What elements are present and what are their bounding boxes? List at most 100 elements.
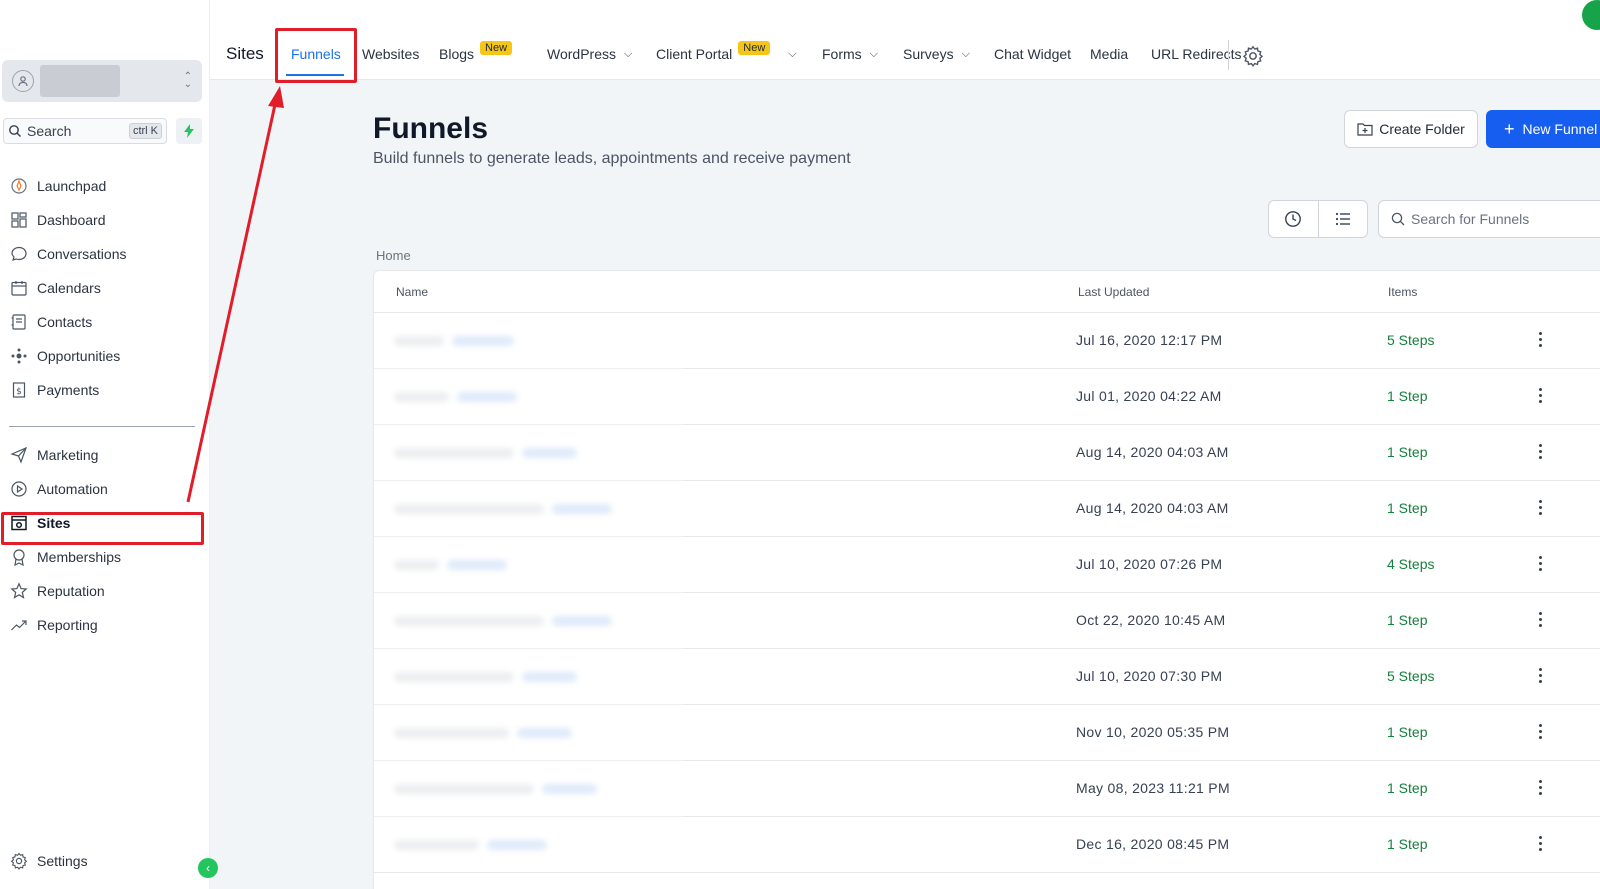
sidebar-item-label: Dashboard <box>37 212 106 228</box>
sidebar-item-reporting[interactable]: Reporting <box>0 608 205 642</box>
sidebar-item-label: Contacts <box>37 314 93 330</box>
table-row[interactable]: Jul 10, 2020 07:30 PM 5 Steps <box>374 649 1600 705</box>
list-view-button[interactable] <box>1319 201 1368 237</box>
table-row[interactable]: Oct 22, 2020 10:45 AM 1 Step <box>374 593 1600 649</box>
tab-label: Chat Widget <box>994 46 1072 62</box>
list-icon <box>1335 212 1350 226</box>
sidebar-item-contacts[interactable]: Contacts <box>0 305 205 339</box>
star-icon <box>10 582 28 599</box>
account-name-redacted <box>40 65 120 97</box>
table-row[interactable]: Jul 10, 2020 07:26 PM 4 Steps <box>374 537 1600 593</box>
funnel-name-redacted[interactable] <box>394 607 612 635</box>
column-header-name[interactable]: Name <box>396 285 428 299</box>
more-vertical-icon[interactable] <box>1534 663 1546 687</box>
tab-forms[interactable]: Forms ⌵ <box>822 46 878 62</box>
funnel-name-redacted[interactable] <box>394 327 514 355</box>
sidebar-nav-secondary: Marketing Automation Sites Memberships R… <box>0 438 205 642</box>
sidebar-search[interactable]: Search ctrl K <box>3 118 167 144</box>
create-folder-button[interactable]: Create Folder <box>1344 110 1478 148</box>
more-vertical-icon[interactable] <box>1534 495 1546 519</box>
items-cell[interactable]: 1 Step <box>1387 836 1427 852</box>
column-header-last-updated[interactable]: Last Updated <box>1078 285 1149 299</box>
sidebar-item-label: Payments <box>37 382 100 398</box>
redacted-text <box>394 560 439 570</box>
tab-surveys[interactable]: Surveys ⌵ <box>903 46 970 62</box>
redacted-link <box>542 784 597 794</box>
table-row[interactable]: Jul 16, 2020 12:17 PM 5 Steps <box>374 313 1600 369</box>
redacted-link <box>452 336 514 346</box>
account-icon <box>12 70 34 92</box>
items-cell[interactable]: 1 Step <box>1387 500 1427 516</box>
funnel-name-redacted[interactable] <box>394 831 547 859</box>
more-vertical-icon[interactable] <box>1534 439 1546 463</box>
last-updated-cell: Oct 22, 2020 10:45 AM <box>1076 612 1226 628</box>
page-title: Funnels <box>373 112 489 145</box>
items-cell[interactable]: 1 Step <box>1387 780 1427 796</box>
sidebar-item-sites[interactable]: Sites <box>0 506 205 540</box>
table-row[interactable]: Jul 01, 2020 04:22 AM 1 Step <box>374 369 1600 425</box>
sidebar-item-settings[interactable]: Settings <box>0 844 205 878</box>
more-vertical-icon[interactable] <box>1534 775 1546 799</box>
tab-media[interactable]: Media <box>1090 46 1128 62</box>
more-vertical-icon[interactable] <box>1534 327 1546 351</box>
more-vertical-icon[interactable] <box>1534 607 1546 631</box>
items-cell[interactable]: 5 Steps <box>1387 332 1434 348</box>
table-row[interactable]: Dec 16, 2020 08:45 PM 1 Step <box>374 817 1600 873</box>
tab-funnels[interactable]: Funnels <box>291 46 341 62</box>
tab-chat-widget[interactable]: Chat Widget <box>994 46 1071 62</box>
breadcrumb[interactable]: Home <box>376 248 411 263</box>
funnel-name-redacted[interactable] <box>394 551 507 579</box>
items-cell[interactable]: 1 Step <box>1387 388 1427 404</box>
column-header-items[interactable]: Items <box>1388 285 1417 299</box>
redacted-text <box>394 336 444 346</box>
settings-gear-icon[interactable] <box>1242 45 1264 67</box>
more-vertical-icon[interactable] <box>1534 551 1546 575</box>
quick-actions-button[interactable] <box>176 118 202 144</box>
funnel-name-redacted[interactable] <box>394 439 577 467</box>
more-vertical-icon[interactable] <box>1534 383 1546 407</box>
new-funnel-button[interactable]: + New Funnel <box>1486 110 1600 148</box>
items-cell[interactable]: 1 Step <box>1387 612 1427 628</box>
table-row[interactable]: Nov 10, 2020 05:35 PM 1 Step <box>374 705 1600 761</box>
search-funnels-input[interactable]: Search for Funnels <box>1378 200 1600 238</box>
items-cell[interactable]: 1 Step <box>1387 724 1427 740</box>
sidebar-item-conversations[interactable]: Conversations <box>0 237 205 271</box>
sidebar-item-reputation[interactable]: Reputation <box>0 574 205 608</box>
sidebar-item-dashboard[interactable]: Dashboard <box>0 203 205 237</box>
tab-label: Client Portal <box>656 46 733 62</box>
items-cell[interactable]: 5 Steps <box>1387 668 1434 684</box>
tab-websites[interactable]: Websites <box>362 46 419 62</box>
funnel-name-redacted[interactable] <box>394 663 577 691</box>
sidebar-item-opportunities[interactable]: Opportunities <box>0 339 205 373</box>
funnel-name-redacted[interactable] <box>394 383 517 411</box>
table-row[interactable]: Aug 14, 2020 04:03 AM 1 Step <box>374 481 1600 537</box>
funnel-name-redacted[interactable] <box>394 719 572 747</box>
recent-view-button[interactable] <box>1269 201 1319 237</box>
more-vertical-icon[interactable] <box>1534 719 1546 743</box>
table-row[interactable]: May 08, 2023 11:21 PM 1 Step <box>374 761 1600 817</box>
sidebar-item-payments[interactable]: $ Payments <box>0 373 205 407</box>
sidebar-item-label: Reputation <box>37 583 105 599</box>
sidebar-item-label: Reporting <box>37 617 98 633</box>
opportunities-icon <box>11 348 27 364</box>
tab-client-portal[interactable]: Client Portal New ⌵ <box>656 41 797 62</box>
tab-wordpress[interactable]: WordPress ⌵ <box>547 46 632 62</box>
sidebar-nav-primary: Launchpad Dashboard Conversations Calend… <box>0 169 205 407</box>
chevron-updown-icon: ⌃ ⌄ <box>183 71 192 90</box>
sidebar-item-calendars[interactable]: Calendars <box>0 271 205 305</box>
account-switcher[interactable]: ⌃ ⌄ <box>2 60 202 102</box>
sidebar-item-launchpad[interactable]: Launchpad <box>0 169 205 203</box>
redacted-text <box>394 840 479 850</box>
tab-blogs[interactable]: Blogs New <box>439 41 513 62</box>
items-cell[interactable]: 1 Step <box>1387 444 1427 460</box>
sidebar-item-marketing[interactable]: Marketing <box>0 438 205 472</box>
items-cell[interactable]: 4 Steps <box>1387 556 1434 572</box>
more-vertical-icon[interactable] <box>1534 831 1546 855</box>
funnel-name-redacted[interactable] <box>394 775 597 803</box>
view-toggle <box>1268 200 1368 238</box>
sidebar-item-memberships[interactable]: Memberships <box>0 540 205 574</box>
collapse-sidebar-button[interactable]: ‹ <box>198 858 218 878</box>
sidebar-item-automation[interactable]: Automation <box>0 472 205 506</box>
table-row[interactable]: Aug 14, 2020 04:03 AM 1 Step <box>374 425 1600 481</box>
funnel-name-redacted[interactable] <box>394 495 612 523</box>
